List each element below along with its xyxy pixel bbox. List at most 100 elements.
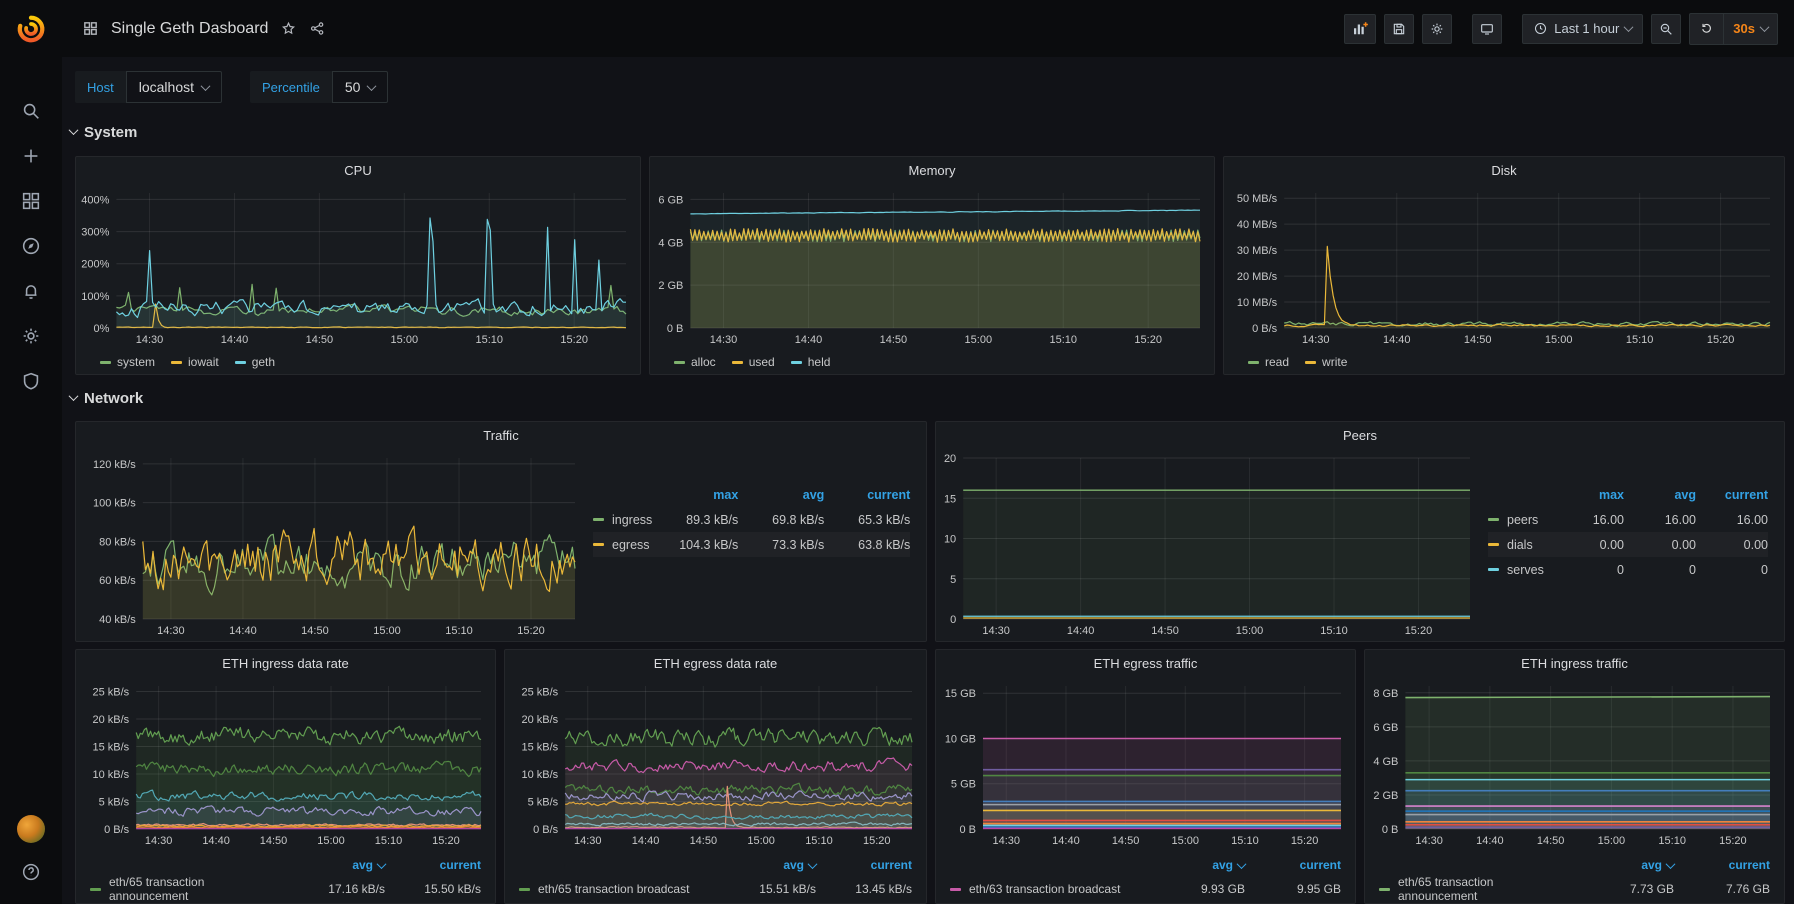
panel-peers: Peers 0510152014:3014:4014:5015:0015:101… bbox=[935, 421, 1785, 642]
panel-eth-egress-rate-title[interactable]: ETH egress data rate bbox=[505, 650, 926, 676]
svg-text:20 kB/s: 20 kB/s bbox=[93, 714, 130, 726]
legend-item-held[interactable]: held bbox=[791, 355, 831, 369]
clock-icon bbox=[1533, 21, 1548, 36]
svg-text:4 GB: 4 GB bbox=[1373, 756, 1398, 768]
eth-egress-rate-chart[interactable]: 0 B/s5 kB/s10 kB/s15 kB/s20 kB/s25 kB/s1… bbox=[505, 676, 926, 851]
dashboard-settings-button[interactable] bbox=[1422, 14, 1452, 44]
disk-legend: read write bbox=[1224, 350, 1784, 374]
eth-egress-traffic-chart[interactable]: 0 B5 GB10 GB15 GB14:3014:4014:5015:0015:… bbox=[936, 676, 1355, 851]
legend-sort-current[interactable]: current bbox=[1674, 858, 1770, 872]
server-admin-shield-icon[interactable] bbox=[19, 369, 43, 393]
save-dashboard-button[interactable] bbox=[1384, 14, 1414, 44]
series-swatch bbox=[90, 888, 101, 891]
legend-row: eth/65 transaction announcement 17.16 kB… bbox=[90, 877, 481, 901]
memory-chart[interactable]: 0 B2 GB4 GB6 GB14:3014:4014:5015:0015:10… bbox=[650, 183, 1214, 350]
section-row-system[interactable]: System bbox=[70, 124, 137, 141]
explore-compass-icon[interactable] bbox=[19, 234, 43, 258]
legend-sort-avg[interactable]: avg bbox=[1133, 858, 1245, 872]
dashboards-icon[interactable] bbox=[19, 189, 43, 213]
zoom-out-icon bbox=[1658, 21, 1674, 37]
legend-item-read[interactable]: read bbox=[1248, 355, 1289, 369]
traffic-chart[interactable]: 40 kB/s60 kB/s80 kB/s100 kB/s120 kB/s14:… bbox=[76, 448, 589, 641]
panel-memory: Memory 0 B2 GB4 GB6 GB14:3014:4014:5015:… bbox=[649, 156, 1215, 375]
legend-item-geth[interactable]: geth bbox=[235, 355, 275, 369]
legend-item-iowait[interactable]: iowait bbox=[171, 355, 219, 369]
legend-col-avg[interactable]: avg bbox=[738, 488, 824, 502]
variable-percentile-value[interactable]: 50 bbox=[332, 71, 389, 103]
alerting-bell-icon[interactable] bbox=[19, 279, 43, 303]
panel-cpu-title[interactable]: CPU bbox=[76, 157, 640, 183]
variable-host-label[interactable]: Host bbox=[75, 71, 126, 103]
svg-text:5 kB/s: 5 kB/s bbox=[528, 797, 559, 809]
cycle-view-mode-button[interactable] bbox=[1472, 14, 1502, 44]
svg-text:15:00: 15:00 bbox=[391, 334, 419, 346]
panel-peers-title[interactable]: Peers bbox=[936, 422, 1784, 448]
svg-text:14:50: 14:50 bbox=[690, 835, 718, 847]
panel-memory-title[interactable]: Memory bbox=[650, 157, 1214, 183]
time-range-picker[interactable]: Last 1 hour bbox=[1522, 14, 1643, 44]
svg-text:10 GB: 10 GB bbox=[945, 733, 976, 745]
legend-item-system[interactable]: system bbox=[100, 355, 155, 369]
svg-text:0 B: 0 B bbox=[959, 824, 976, 836]
legend-col-current[interactable]: current bbox=[1696, 488, 1768, 502]
svg-text:25 kB/s: 25 kB/s bbox=[93, 687, 130, 699]
add-panel-button[interactable] bbox=[1344, 14, 1376, 44]
svg-text:20 MB/s: 20 MB/s bbox=[1237, 271, 1278, 283]
user-avatar[interactable] bbox=[17, 815, 45, 843]
legend-sort-avg[interactable]: avg bbox=[1562, 858, 1674, 872]
svg-text:14:30: 14:30 bbox=[574, 835, 602, 847]
svg-text:14:40: 14:40 bbox=[1383, 334, 1411, 346]
share-icon[interactable] bbox=[309, 20, 326, 37]
refresh-button[interactable] bbox=[1690, 14, 1723, 44]
refresh-interval-picker[interactable]: 30s bbox=[1723, 14, 1777, 44]
panel-eth-egress-traffic-title[interactable]: ETH egress traffic bbox=[936, 650, 1355, 676]
submenu: Host localhost Percentile 50 bbox=[75, 71, 388, 103]
dashboard-title[interactable]: Single Geth Dasboard bbox=[111, 20, 268, 38]
legend-col-avg[interactable]: avg bbox=[1624, 488, 1696, 502]
svg-text:14:40: 14:40 bbox=[1052, 835, 1080, 847]
legend-col-max[interactable]: max bbox=[652, 488, 738, 502]
eth-ingress-rate-legend: avg current eth/65 transaction announcem… bbox=[76, 851, 495, 903]
zoom-out-button[interactable] bbox=[1651, 14, 1681, 44]
panel-cpu: CPU 0%100%200%300%400%14:3014:4014:5015:… bbox=[75, 156, 641, 375]
top-navbar: Single Geth Dasboard bbox=[62, 0, 1794, 57]
svg-text:15:00: 15:00 bbox=[747, 835, 775, 847]
legend-item-write[interactable]: write bbox=[1305, 355, 1347, 369]
legend-sort-current[interactable]: current bbox=[816, 858, 912, 872]
legend-col-current[interactable]: current bbox=[824, 488, 910, 502]
legend-sort-current[interactable]: current bbox=[1245, 858, 1341, 872]
peers-chart[interactable]: 0510152014:3014:4014:5015:0015:1015:20 bbox=[936, 448, 1484, 641]
legend-row: eth/65 transaction announcement 7.73 GB … bbox=[1379, 877, 1770, 901]
svg-text:20: 20 bbox=[944, 453, 956, 465]
svg-text:15:10: 15:10 bbox=[805, 835, 833, 847]
star-icon[interactable] bbox=[280, 20, 297, 37]
variable-percentile-label[interactable]: Percentile bbox=[250, 71, 332, 103]
legend-sort-current[interactable]: current bbox=[385, 858, 481, 872]
legend-item-alloc[interactable]: alloc bbox=[674, 355, 716, 369]
legend-sort-avg[interactable]: avg bbox=[273, 858, 385, 872]
search-icon[interactable] bbox=[19, 99, 43, 123]
cpu-chart[interactable]: 0%100%200%300%400%14:3014:4014:5015:0015… bbox=[76, 183, 640, 350]
legend-sort-avg[interactable]: avg bbox=[704, 858, 816, 872]
series-swatch bbox=[519, 888, 530, 891]
variable-host-value[interactable]: localhost bbox=[126, 71, 222, 103]
panel-traffic-title[interactable]: Traffic bbox=[76, 422, 926, 448]
section-row-network[interactable]: Network bbox=[70, 390, 143, 407]
panel-eth-ingress-traffic-title[interactable]: ETH ingress traffic bbox=[1365, 650, 1784, 676]
svg-text:0 B: 0 B bbox=[667, 323, 684, 335]
legend-item-used[interactable]: used bbox=[732, 355, 775, 369]
add-icon[interactable] bbox=[19, 144, 43, 168]
eth-ingress-rate-chart[interactable]: 0 B/s5 kB/s10 kB/s15 kB/s20 kB/s25 kB/s1… bbox=[76, 676, 495, 851]
grafana-logo[interactable] bbox=[0, 0, 62, 57]
panel-disk-title[interactable]: Disk bbox=[1224, 157, 1784, 183]
svg-text:14:30: 14:30 bbox=[157, 625, 185, 637]
configuration-gear-icon[interactable] bbox=[19, 324, 43, 348]
eth-ingress-traffic-chart[interactable]: 0 B2 GB4 GB6 GB8 GB14:3014:4014:5015:001… bbox=[1365, 676, 1784, 851]
help-icon[interactable] bbox=[20, 861, 42, 888]
svg-text:15:20: 15:20 bbox=[1707, 334, 1735, 346]
disk-chart[interactable]: 0 B/s10 MB/s20 MB/s30 MB/s40 MB/s50 MB/s… bbox=[1224, 183, 1784, 350]
svg-text:15:00: 15:00 bbox=[1236, 625, 1264, 637]
legend-col-max[interactable]: max bbox=[1552, 488, 1624, 502]
svg-text:14:50: 14:50 bbox=[301, 625, 329, 637]
panel-eth-ingress-rate-title[interactable]: ETH ingress data rate bbox=[76, 650, 495, 676]
